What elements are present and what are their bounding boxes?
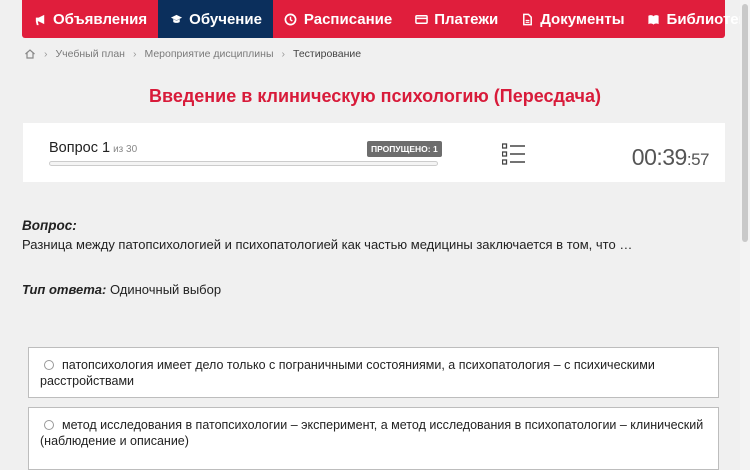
question-list-icon[interactable] xyxy=(501,143,526,165)
answer-type: Тип ответа: Одиночный выбор xyxy=(22,282,221,297)
card-icon xyxy=(414,12,428,26)
chevron-right-icon: › xyxy=(132,48,137,60)
timer-seconds: :57 xyxy=(686,150,710,169)
scrollbar-thumb[interactable] xyxy=(742,4,748,242)
progress-bar xyxy=(49,161,438,166)
question-number-label: Вопрос 1 xyxy=(49,140,111,156)
breadcrumb-item-curriculum[interactable]: Учебный план xyxy=(56,48,125,60)
nav-item-payments[interactable]: Платежи xyxy=(403,0,509,38)
question-total: из 30 xyxy=(113,144,138,155)
radio-button[interactable] xyxy=(44,420,54,430)
scrollbar[interactable] xyxy=(740,0,750,470)
question-status-bar: Вопрос 1 из 30 ПРОПУЩЕНО: 1 00:39:57 xyxy=(23,123,725,182)
nav-item-schedule[interactable]: Расписание xyxy=(273,0,403,38)
home-icon[interactable] xyxy=(24,48,36,60)
radio-button[interactable] xyxy=(44,360,54,370)
megaphone-icon xyxy=(33,12,47,26)
nav-item-label: Объявления xyxy=(53,10,148,28)
answer-option-text: патопсихология имеет дело только с погра… xyxy=(40,358,655,388)
nav-item-announcements[interactable]: Объявления xyxy=(22,0,158,38)
chevron-right-icon: › xyxy=(44,48,48,60)
book-icon xyxy=(647,12,661,26)
skipped-badge[interactable]: ПРОПУЩЕНО: 1 xyxy=(367,141,442,157)
question-text: Разница между патопсихологией и психопат… xyxy=(22,237,633,252)
answer-option[interactable]: патопсихология имеет дело только с погра… xyxy=(28,347,719,398)
answer-option-text: метод исследования в патопсихологии – эк… xyxy=(40,418,704,448)
nav-item-documents[interactable]: Документы xyxy=(509,0,635,38)
graduation-cap-icon xyxy=(169,12,183,26)
timer-main: 00:39 xyxy=(631,144,688,170)
breadcrumb: › Учебный план › Мероприятие дисциплины … xyxy=(24,46,361,62)
document-icon xyxy=(520,12,534,26)
chevron-right-icon: › xyxy=(281,48,286,60)
nav-item-education[interactable]: Обучение xyxy=(158,0,273,38)
answer-type-value: Одиночный выбор xyxy=(109,282,222,297)
question-number: Вопрос 1 из 30 xyxy=(49,140,137,156)
page-title: Введение в клиническую психологию (Перес… xyxy=(149,86,601,106)
timer: 00:39:57 xyxy=(631,144,710,171)
answer-type-label: Тип ответа: xyxy=(22,282,107,297)
nav-item-label: Обучение xyxy=(189,10,262,28)
nav-item-library[interactable]: Библиотека xyxy=(636,0,750,38)
answer-option[interactable]: метод исследования в патопсихологии – эк… xyxy=(28,407,719,470)
breadcrumb-item-current: Тестирование xyxy=(293,48,362,60)
breadcrumb-item-event[interactable]: Мероприятие дисциплины xyxy=(144,48,273,60)
question-label: Вопрос: xyxy=(22,218,77,233)
nav-item-label: Библиотека xyxy=(666,10,750,28)
nav-item-label: Документы xyxy=(540,10,625,28)
nav-item-label: Платежи xyxy=(434,10,499,28)
nav-item-label: Расписание xyxy=(303,10,393,28)
clock-icon xyxy=(284,12,298,26)
top-navigation: Объявления Обучение Расписание Платежи Д… xyxy=(22,0,750,38)
